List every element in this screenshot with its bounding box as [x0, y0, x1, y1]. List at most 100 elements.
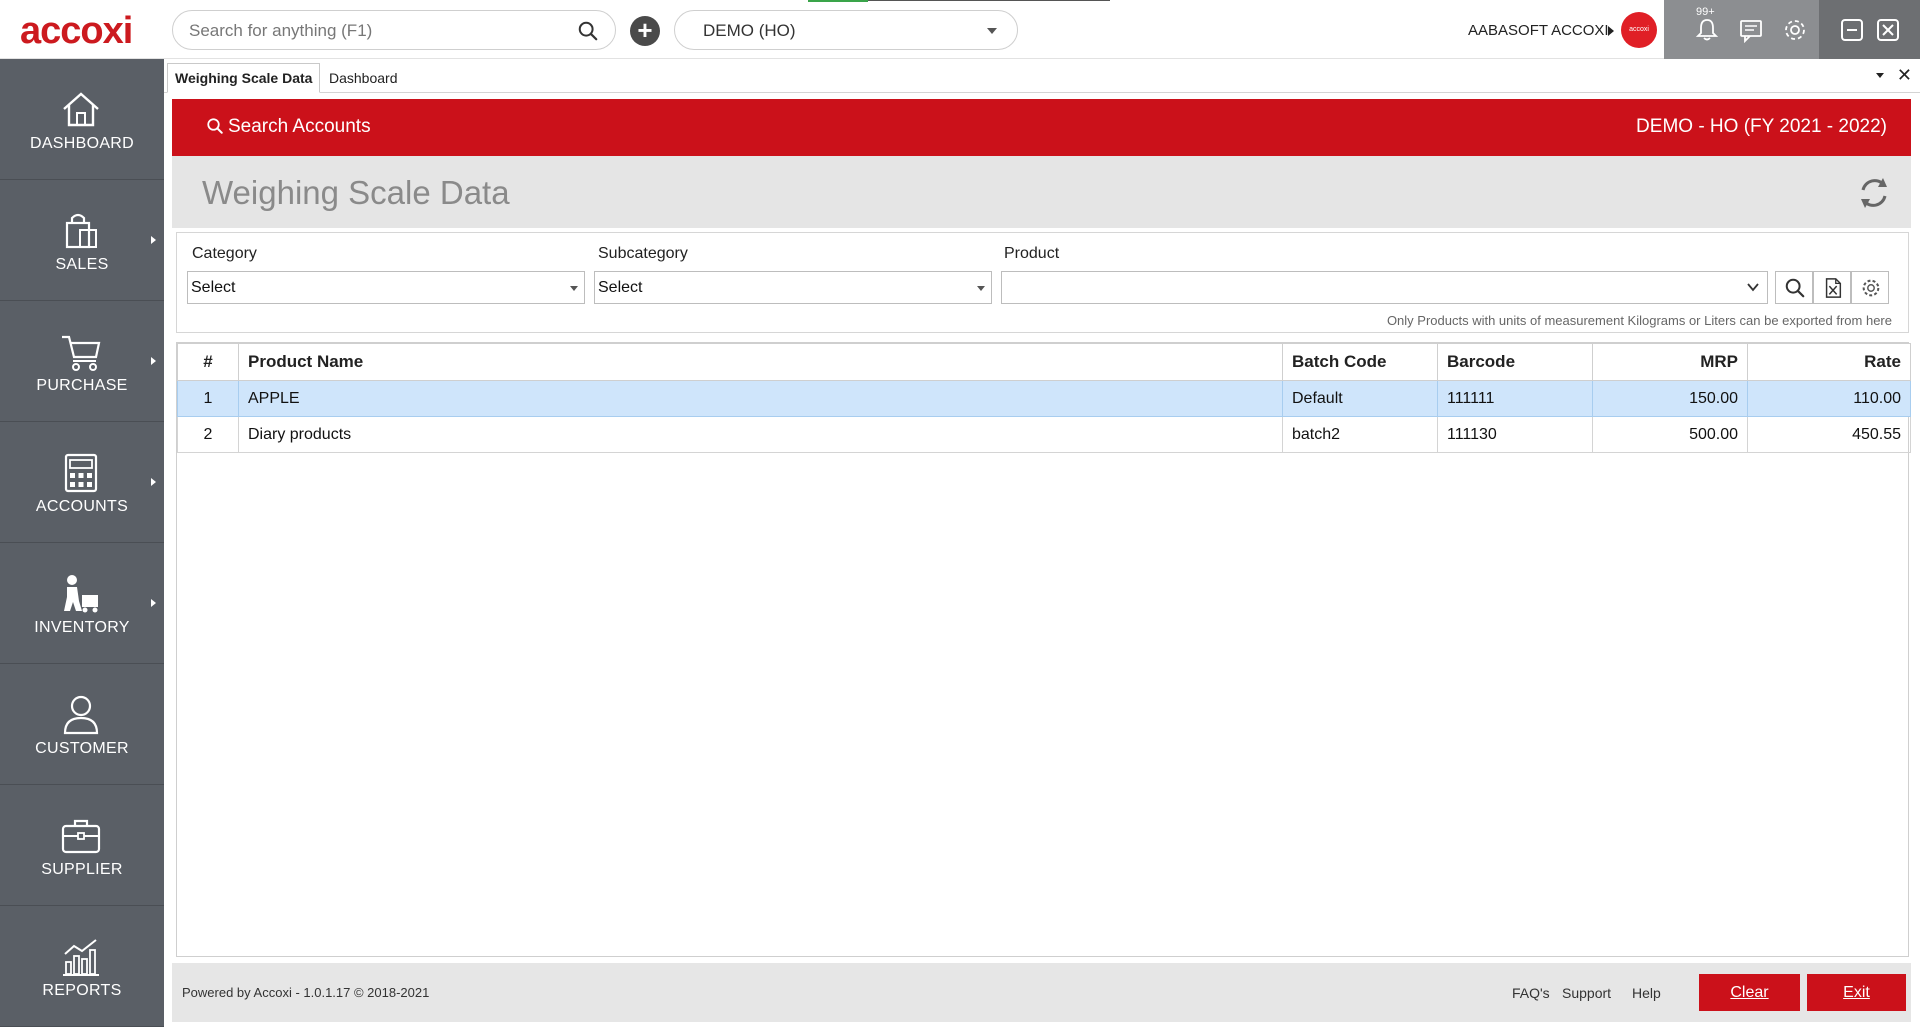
- close-window-button[interactable]: [1877, 19, 1899, 41]
- page-header: Weighing Scale Data: [172, 156, 1911, 228]
- search-accounts-button[interactable]: Search Accounts: [206, 116, 371, 138]
- minimize-button[interactable]: [1841, 19, 1863, 41]
- sidebar-item-label: ACCOUNTS: [35, 498, 129, 515]
- faqs-link[interactable]: FAQ's: [1512, 985, 1550, 1001]
- accoxi-logo[interactable]: accoxi: [20, 10, 133, 53]
- plus-icon: +: [637, 15, 653, 45]
- sidebar-item-inventory[interactable]: INVENTORY: [0, 543, 164, 664]
- barcode-cell: 111130: [1437, 416, 1593, 453]
- search-products-button[interactable]: [1775, 271, 1813, 304]
- product-label: Product: [1004, 245, 1060, 262]
- sidebar-item-accounts[interactable]: ACCOUNTS: [0, 422, 164, 543]
- sidebar-item-label: INVENTORY: [34, 619, 130, 636]
- subcategory-label: Subcategory: [598, 245, 688, 262]
- tab-dashboard[interactable]: Dashboard: [321, 63, 406, 93]
- caret-right-icon: [151, 478, 156, 486]
- refresh-icon[interactable]: [1855, 174, 1893, 212]
- bell-icon[interactable]: [1694, 17, 1720, 43]
- sidebar-item-label: PURCHASE: [36, 377, 128, 394]
- category-select-value: Select: [191, 279, 236, 296]
- sidebar-item-purchase[interactable]: PURCHASE: [0, 301, 164, 422]
- user-name: AABASOFT ACCOXI: [1468, 22, 1609, 39]
- mrp-cell: 150.00: [1592, 380, 1748, 417]
- global-search-box[interactable]: [172, 10, 616, 50]
- page-title: Weighing Scale Data: [202, 174, 510, 211]
- column-header-rate[interactable]: Rate: [1747, 343, 1911, 381]
- table-row[interactable]: 2 Diary products batch2 111130 500.00 45…: [177, 416, 1911, 453]
- sidebar-item-label: CUSTOMER: [35, 740, 129, 757]
- search-accounts-label: Search Accounts: [228, 116, 371, 137]
- home-icon: [63, 92, 99, 127]
- toolbar-icons: 99+: [1664, 0, 1819, 59]
- table-row[interactable]: 1 APPLE Default 111111 150.00 110.00: [177, 380, 1911, 417]
- caret-right-icon: [1608, 26, 1614, 36]
- minimize-icon: [1847, 29, 1857, 31]
- column-header-mrp[interactable]: MRP: [1592, 343, 1748, 381]
- subcategory-select[interactable]: Select: [594, 271, 992, 304]
- caret-right-icon: [151, 599, 156, 607]
- sidebar: DASHBOARD SALES PURCHASE ACCOUNTS INVENT…: [0, 59, 164, 1027]
- company-selector[interactable]: DEMO (HO): [674, 10, 1018, 50]
- products-grid: # Product Name Batch Code Barcode MRP Ra…: [177, 343, 1911, 453]
- tab-list-dropdown-icon[interactable]: [1876, 73, 1884, 78]
- cart-icon: [62, 335, 101, 371]
- chevron-down-icon: [570, 286, 578, 291]
- export-note: Only Products with units of measurement …: [1386, 313, 1892, 328]
- subcategory-select-value: Select: [598, 279, 643, 296]
- sidebar-item-sales[interactable]: SALES: [0, 180, 164, 301]
- footer: Powered by Accoxi - 1.0.1.17 © 2018-2021…: [172, 963, 1911, 1022]
- row-index: 2: [177, 416, 239, 453]
- notification-badge: 99+: [1696, 6, 1715, 18]
- caret-right-icon: [151, 236, 156, 244]
- products-table: # Product Name Batch Code Barcode MRP Ra…: [176, 342, 1911, 957]
- tab-strip: Weighing Scale Data Dashboard ✕: [164, 59, 1920, 93]
- search-accounts-banner: Search Accounts DEMO - HO (FY 2021 - 202…: [172, 99, 1911, 156]
- category-select[interactable]: Select: [187, 271, 585, 304]
- column-header-batch-code[interactable]: Batch Code: [1282, 343, 1438, 381]
- exit-button[interactable]: Exit: [1807, 974, 1906, 1011]
- message-icon[interactable]: [1738, 17, 1764, 43]
- window-controls: [1819, 0, 1920, 59]
- sidebar-item-label: SALES: [55, 256, 109, 273]
- column-header-index[interactable]: #: [177, 343, 239, 381]
- excel-file-icon: [1825, 278, 1842, 298]
- barcode-cell: 111111: [1437, 380, 1593, 417]
- export-excel-button[interactable]: [1813, 271, 1851, 304]
- product-select[interactable]: [1001, 271, 1768, 304]
- global-search-input[interactable]: [189, 19, 569, 43]
- tab-weighing-scale-data[interactable]: Weighing Scale Data: [167, 63, 321, 93]
- chevron-down-icon: [1747, 283, 1759, 292]
- chevron-down-icon: [977, 286, 985, 291]
- top-divider-line: [868, 0, 1110, 1]
- search-icon[interactable]: [577, 20, 599, 42]
- clear-button[interactable]: Clear: [1699, 974, 1800, 1011]
- support-link[interactable]: Support: [1562, 985, 1611, 1001]
- top-bar: accoxi + DEMO (HO) AABASOFT ACCOXI accox…: [0, 0, 1920, 59]
- help-link[interactable]: Help: [1632, 985, 1661, 1001]
- company-selector-value: DEMO (HO): [703, 21, 796, 40]
- column-header-product-name[interactable]: Product Name: [238, 343, 1283, 381]
- user-menu[interactable]: AABASOFT ACCOXI accoxi: [1466, 0, 1664, 59]
- close-icon: [1882, 24, 1894, 36]
- worker-icon: [64, 575, 98, 613]
- sidebar-item-supplier[interactable]: SUPPLIER: [0, 785, 164, 906]
- person-icon: [63, 695, 99, 735]
- settings-button[interactable]: [1851, 271, 1889, 304]
- column-header-barcode[interactable]: Barcode: [1437, 343, 1593, 381]
- sidebar-item-reports[interactable]: REPORTS: [0, 906, 164, 1027]
- search-icon: [207, 118, 223, 134]
- caret-right-icon: [151, 357, 156, 365]
- gear-icon[interactable]: [1782, 17, 1808, 43]
- close-tab-icon[interactable]: ✕: [1897, 65, 1912, 86]
- bar-chart-icon: [63, 939, 99, 976]
- gear-icon: [1862, 279, 1880, 297]
- batch-code-cell: Default: [1282, 380, 1438, 417]
- loading-indicator: [808, 0, 868, 2]
- sidebar-item-customer[interactable]: CUSTOMER: [0, 664, 164, 785]
- batch-code-cell: batch2: [1282, 416, 1438, 453]
- add-new-button[interactable]: +: [630, 16, 660, 46]
- rate-cell: 450.55: [1747, 416, 1911, 453]
- sidebar-item-dashboard[interactable]: DASHBOARD: [0, 59, 164, 180]
- mrp-cell: 500.00: [1592, 416, 1748, 453]
- avatar[interactable]: accoxi: [1621, 12, 1657, 48]
